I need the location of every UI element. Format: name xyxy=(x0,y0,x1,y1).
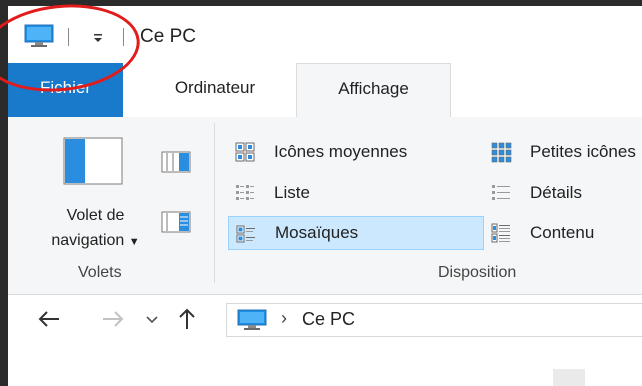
layout-small-icons[interactable]: Petites icônes xyxy=(484,135,642,169)
content-item-partial xyxy=(553,369,585,386)
address-bar[interactable]: › Ce PC xyxy=(226,303,642,337)
computer-icon[interactable] xyxy=(24,24,54,48)
title-bar: Ce PC xyxy=(8,6,642,63)
details-view-icon xyxy=(492,185,510,200)
back-arrow-icon[interactable] xyxy=(36,307,62,331)
window-title: Ce PC xyxy=(140,26,196,47)
tab-view[interactable]: Affichage xyxy=(296,63,451,119)
navigation-pane-label-line2: navigation xyxy=(51,232,125,249)
layout-details[interactable]: Détails xyxy=(484,176,642,210)
layout-label: Liste xyxy=(274,183,310,202)
layout-list[interactable]: Liste xyxy=(228,176,488,210)
medium-icons-icon xyxy=(235,142,255,162)
group-divider xyxy=(214,123,215,283)
up-arrow-icon[interactable] xyxy=(176,307,198,331)
layout-label: Icônes moyennes xyxy=(274,142,408,161)
tab-file[interactable]: Fichier xyxy=(8,63,123,117)
tiles-view-icon xyxy=(236,225,255,243)
group-title-panes: Volets xyxy=(78,264,122,281)
layout-label: Contenu xyxy=(530,223,595,242)
group-title-layout: Disposition xyxy=(438,264,517,281)
breadcrumb-item[interactable]: Ce PC xyxy=(302,309,355,330)
ribbon-tabs: Fichier Ordinateur Affichage xyxy=(8,63,642,119)
tab-computer[interactable]: Ordinateur xyxy=(145,63,285,117)
address-bar-row: › Ce PC xyxy=(8,295,642,345)
content-view-icon xyxy=(491,223,510,243)
preview-pane-icon[interactable] xyxy=(161,151,191,173)
navigation-pane-button[interactable]: Volet de navigation ▼ xyxy=(8,203,183,255)
list-view-icon xyxy=(236,185,254,200)
navigation-pane-icon[interactable] xyxy=(63,137,123,185)
explorer-window: Ce PC Fichier Ordinateur Affichage Volet… xyxy=(8,6,642,386)
content-area xyxy=(8,345,642,386)
customize-toolbar-dropdown-icon[interactable] xyxy=(90,28,106,46)
forward-arrow-icon[interactable] xyxy=(100,307,126,331)
small-icons-icon xyxy=(491,142,512,163)
layout-label: Petites icônes xyxy=(530,142,636,161)
layout-label: Mosaïques xyxy=(275,223,359,242)
layout-label: Détails xyxy=(530,183,582,202)
layout-medium-icons[interactable]: Icônes moyennes xyxy=(228,135,488,169)
toolbar-separator xyxy=(123,28,124,46)
breadcrumb-chevron-icon[interactable]: › xyxy=(281,308,287,329)
layout-tiles[interactable]: Mosaïques xyxy=(228,216,484,250)
toolbar-separator xyxy=(68,28,69,46)
chevron-down-icon: ▼ xyxy=(128,236,140,248)
computer-icon xyxy=(237,309,267,330)
ribbon: Volet de navigation ▼ Volets Icônes moye… xyxy=(8,117,642,295)
recent-locations-chevron-icon[interactable] xyxy=(144,307,160,331)
navigation-pane-label-line1: Volet de xyxy=(66,207,125,224)
layout-content[interactable]: Contenu xyxy=(484,216,642,250)
